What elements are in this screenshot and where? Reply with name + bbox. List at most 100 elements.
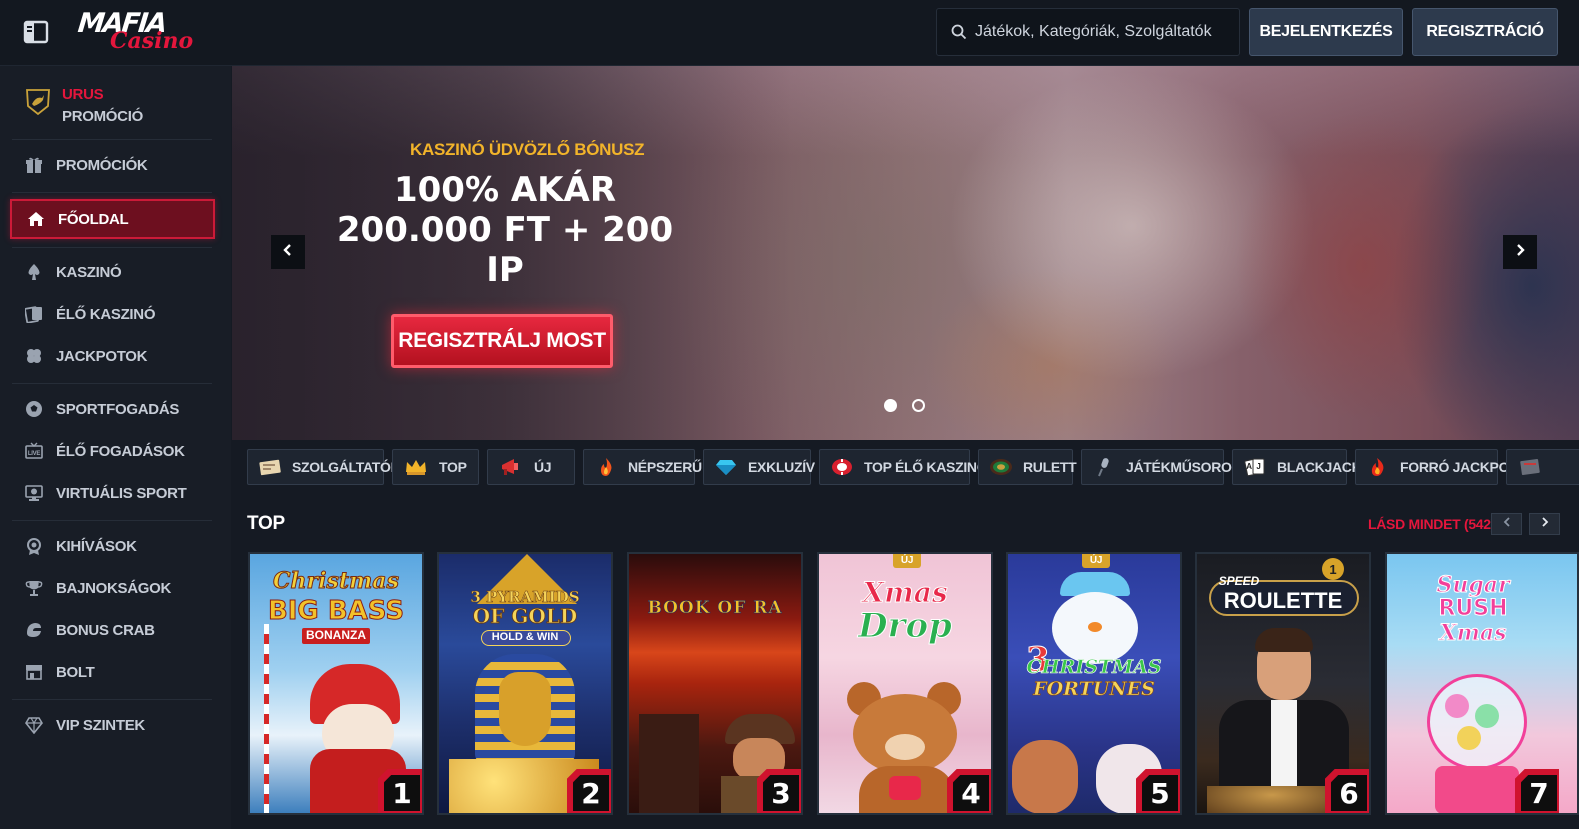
game-card[interactable]: Christmas BIG BASS BONANZA 1 bbox=[248, 552, 424, 815]
sidebar-item-vip-levels[interactable]: VIP SZINTEK bbox=[10, 705, 215, 745]
category-blackjack[interactable]: JA BLACKJACK bbox=[1232, 449, 1362, 485]
top-header: MAFIA Casino BEJELENTKEZÉS REGISZTRÁCIÓ bbox=[0, 0, 1579, 66]
rank-number: 3 bbox=[763, 775, 799, 811]
category-top-live-casino[interactable]: TOP ÉLŐ KASZINÓ bbox=[819, 449, 988, 485]
candy-art bbox=[1457, 726, 1481, 750]
game-card[interactable]: ÚJ Xmas Drop 4 bbox=[817, 552, 993, 815]
rank-badge: 1 bbox=[378, 769, 422, 813]
sidebar-item-tournaments[interactable]: BAJNOKSÁGOK bbox=[10, 568, 215, 608]
category-providers[interactable]: SZOLGÁLTATÓK bbox=[247, 449, 401, 485]
sidebar-item-jackpots[interactable]: JACKPOTOK bbox=[10, 336, 215, 376]
temple-art bbox=[639, 714, 699, 813]
category-top[interactable]: TOP bbox=[392, 449, 479, 485]
register-button[interactable]: REGISZTRÁCIÓ bbox=[1412, 8, 1558, 56]
rank-number: 2 bbox=[573, 775, 609, 811]
gumball-base-art bbox=[1435, 766, 1519, 813]
logo[interactable]: MAFIA Casino bbox=[76, 8, 193, 58]
category-roulette[interactable]: RULETT bbox=[978, 449, 1077, 485]
sidebar-item-live-casino[interactable]: ÉLŐ KASZINÓ bbox=[10, 294, 215, 334]
crown-icon bbox=[403, 456, 429, 478]
hero-banner[interactable]: KASZINÓ ÜDVÖZLŐ BÓNUSZ 100% AKÁR 200.000… bbox=[232, 66, 1579, 440]
games-next-button[interactable] bbox=[1529, 513, 1560, 535]
games-prev-button[interactable] bbox=[1491, 513, 1522, 535]
game-title-line1: Christmas bbox=[273, 568, 400, 595]
category-label: ÚJ bbox=[534, 459, 552, 475]
game-title-line2: ROULETTE bbox=[1223, 588, 1343, 613]
chevron-right-icon bbox=[1539, 515, 1551, 533]
game-title-line3: Xmas bbox=[1439, 620, 1507, 647]
hero-prev-button[interactable] bbox=[271, 235, 305, 269]
rank-badge: 4 bbox=[947, 769, 991, 813]
sidebar-item-virtual-sports[interactable]: VIRTUÁLIS SPORT bbox=[10, 473, 215, 513]
login-button[interactable]: BEJELENTKEZÉS bbox=[1249, 8, 1403, 56]
category-exclusive[interactable]: EXKLUZÍV bbox=[703, 449, 815, 485]
category-bar: SZOLGÁLTATÓK TOP ÚJ NÉPSZERŰ EXKLUZÍV TO… bbox=[247, 449, 1579, 485]
sidebar-item-shop[interactable]: BOLT bbox=[10, 652, 215, 692]
see-all-link[interactable]: LÁSD MINDET (542) bbox=[1368, 516, 1495, 532]
game-title-line1: BOOK OF RA bbox=[647, 598, 783, 619]
category-hot-jackpot[interactable]: FORRÓ JACKPOT bbox=[1355, 449, 1518, 485]
sidebar-item-challenges[interactable]: KIHÍVÁSOK bbox=[10, 526, 215, 566]
sidebar-toggle-icon[interactable] bbox=[22, 18, 50, 46]
chevron-left-icon bbox=[1501, 515, 1513, 533]
category-label: TOP bbox=[439, 459, 467, 475]
search-input[interactable] bbox=[975, 9, 1235, 55]
game-card[interactable]: SPEED ROULETTE 1 6 bbox=[1195, 552, 1371, 815]
category-label: TOP ÉLŐ KASZINÓ bbox=[864, 459, 988, 475]
hero-dot-2[interactable] bbox=[912, 399, 925, 412]
live-casino-icon bbox=[24, 304, 44, 324]
search-box[interactable] bbox=[936, 8, 1240, 56]
roulette-icon bbox=[989, 456, 1013, 478]
home-icon bbox=[26, 209, 46, 229]
category-game-shows[interactable]: JÁTÉKMŰSOROK bbox=[1081, 449, 1242, 485]
rank-badge: 7 bbox=[1515, 769, 1559, 813]
category-label: FORRÓ JACKPOT bbox=[1400, 459, 1518, 475]
game-title-line2: BIG BASS bbox=[267, 596, 405, 627]
sidebar-item-label: JACKPOTOK bbox=[56, 347, 148, 365]
dealer-shirt-art bbox=[1271, 700, 1297, 790]
soccer-ball-icon bbox=[24, 399, 44, 419]
sidebar-item-live-bets[interactable]: LIVE ÉLŐ FOGADÁSOK bbox=[10, 431, 215, 471]
divider bbox=[12, 520, 212, 521]
category-more[interactable] bbox=[1506, 449, 1579, 485]
category-label: NÉPSZERŰ bbox=[628, 459, 702, 475]
rank-number: 4 bbox=[953, 775, 989, 811]
clover-icon bbox=[24, 346, 44, 366]
rank-badge: 6 bbox=[1325, 769, 1369, 813]
sidebar-item-home[interactable]: FŐOLDAL bbox=[10, 199, 215, 239]
candy-art bbox=[1445, 694, 1469, 718]
hero-next-button[interactable] bbox=[1503, 235, 1537, 269]
divider bbox=[12, 192, 212, 193]
promo-subtitle: PROMÓCIÓ bbox=[62, 108, 143, 125]
sidebar-item-label: BAJNOKSÁGOK bbox=[56, 579, 172, 597]
svg-text:A: A bbox=[1246, 462, 1252, 471]
game-card[interactable]: BOOK OF RA 3 bbox=[627, 552, 803, 815]
game-title-line3: BONANZA bbox=[306, 628, 366, 642]
game-card[interactable]: 3 PYRAMIDS OF GOLD HOLD & WIN 2 bbox=[437, 552, 613, 815]
gift-icon bbox=[24, 155, 44, 175]
chip-icon bbox=[830, 456, 854, 478]
chevron-right-icon bbox=[1513, 243, 1527, 262]
sidebar-item-sports-betting[interactable]: SPORTFOGADÁS bbox=[10, 389, 215, 429]
snowman-nose-art bbox=[1088, 622, 1102, 632]
register-now-button[interactable]: REGISZTRÁLJ MOST bbox=[391, 314, 613, 368]
category-new[interactable]: ÚJ bbox=[487, 449, 575, 485]
sidebar-item-promotions[interactable]: PROMÓCIÓK bbox=[10, 145, 215, 185]
live-tv-icon: LIVE bbox=[24, 441, 44, 461]
category-label: JÁTÉKMŰSOROK bbox=[1126, 459, 1242, 475]
sidebar-item-label: SPORTFOGADÁS bbox=[56, 400, 180, 418]
sidebar-promo-urus[interactable]: URUS PROMÓCIÓ bbox=[0, 66, 231, 140]
category-popular[interactable]: NÉPSZERŰ bbox=[583, 449, 702, 485]
category-label: RULETT bbox=[1023, 459, 1077, 475]
game-card[interactable]: ÚJ 3 CHRISTMAS FORTUNES 5 bbox=[1006, 552, 1182, 815]
divider bbox=[12, 139, 212, 140]
sidebar-item-bonus-crab[interactable]: BONUS CRAB bbox=[10, 610, 215, 650]
crab-claw-icon bbox=[24, 620, 44, 640]
game-card[interactable]: Sugar RUSH Xmas 7 bbox=[1385, 552, 1579, 815]
hero-dot-1[interactable] bbox=[884, 399, 897, 412]
rank-number: 7 bbox=[1521, 775, 1557, 811]
svg-text:LIVE: LIVE bbox=[28, 451, 40, 457]
hero-subtitle: KASZINÓ ÜDVÖZLŐ BÓNUSZ bbox=[410, 140, 645, 159]
sidebar-item-casino[interactable]: KASZINÓ bbox=[10, 252, 215, 292]
sidebar-item-label: FŐOLDAL bbox=[58, 210, 129, 228]
